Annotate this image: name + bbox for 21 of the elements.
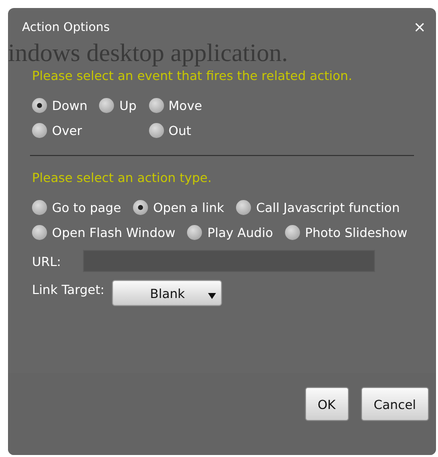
radio-option[interactable]: Out <box>148 123 192 138</box>
radio-option[interactable]: Over <box>32 123 82 138</box>
radio-option[interactable]: Play Audio <box>187 225 273 240</box>
radio-option[interactable]: Open a link <box>133 200 224 215</box>
url-label: URL: <box>32 254 62 268</box>
radio-option[interactable]: Photo Slideshow <box>284 225 408 240</box>
radio-option[interactable]: Down <box>32 98 88 113</box>
radio-option[interactable]: Up <box>99 98 137 113</box>
event-prompt: Please select an event that fires the related action. <box>32 68 354 83</box>
dialog-button[interactable]: OK <box>304 387 349 421</box>
caret-icon <box>208 293 216 299</box>
radio-option[interactable]: Move <box>148 98 202 113</box>
link-target-dropdown[interactable]: Blank <box>112 280 222 306</box>
dialog-title: Action Options <box>22 20 110 34</box>
radio-option[interactable]: Call Javascript function <box>236 200 400 215</box>
dialog-button[interactable]: Cancel <box>360 387 429 421</box>
close-button[interactable]: × <box>413 18 426 36</box>
link-target-label: Link Target: <box>32 282 104 297</box>
radio-option[interactable]: Go to page <box>32 200 122 215</box>
radio-option[interactable]: Open Flash Window <box>32 225 176 240</box>
action-prompt: Please select an action type. <box>32 170 213 185</box>
